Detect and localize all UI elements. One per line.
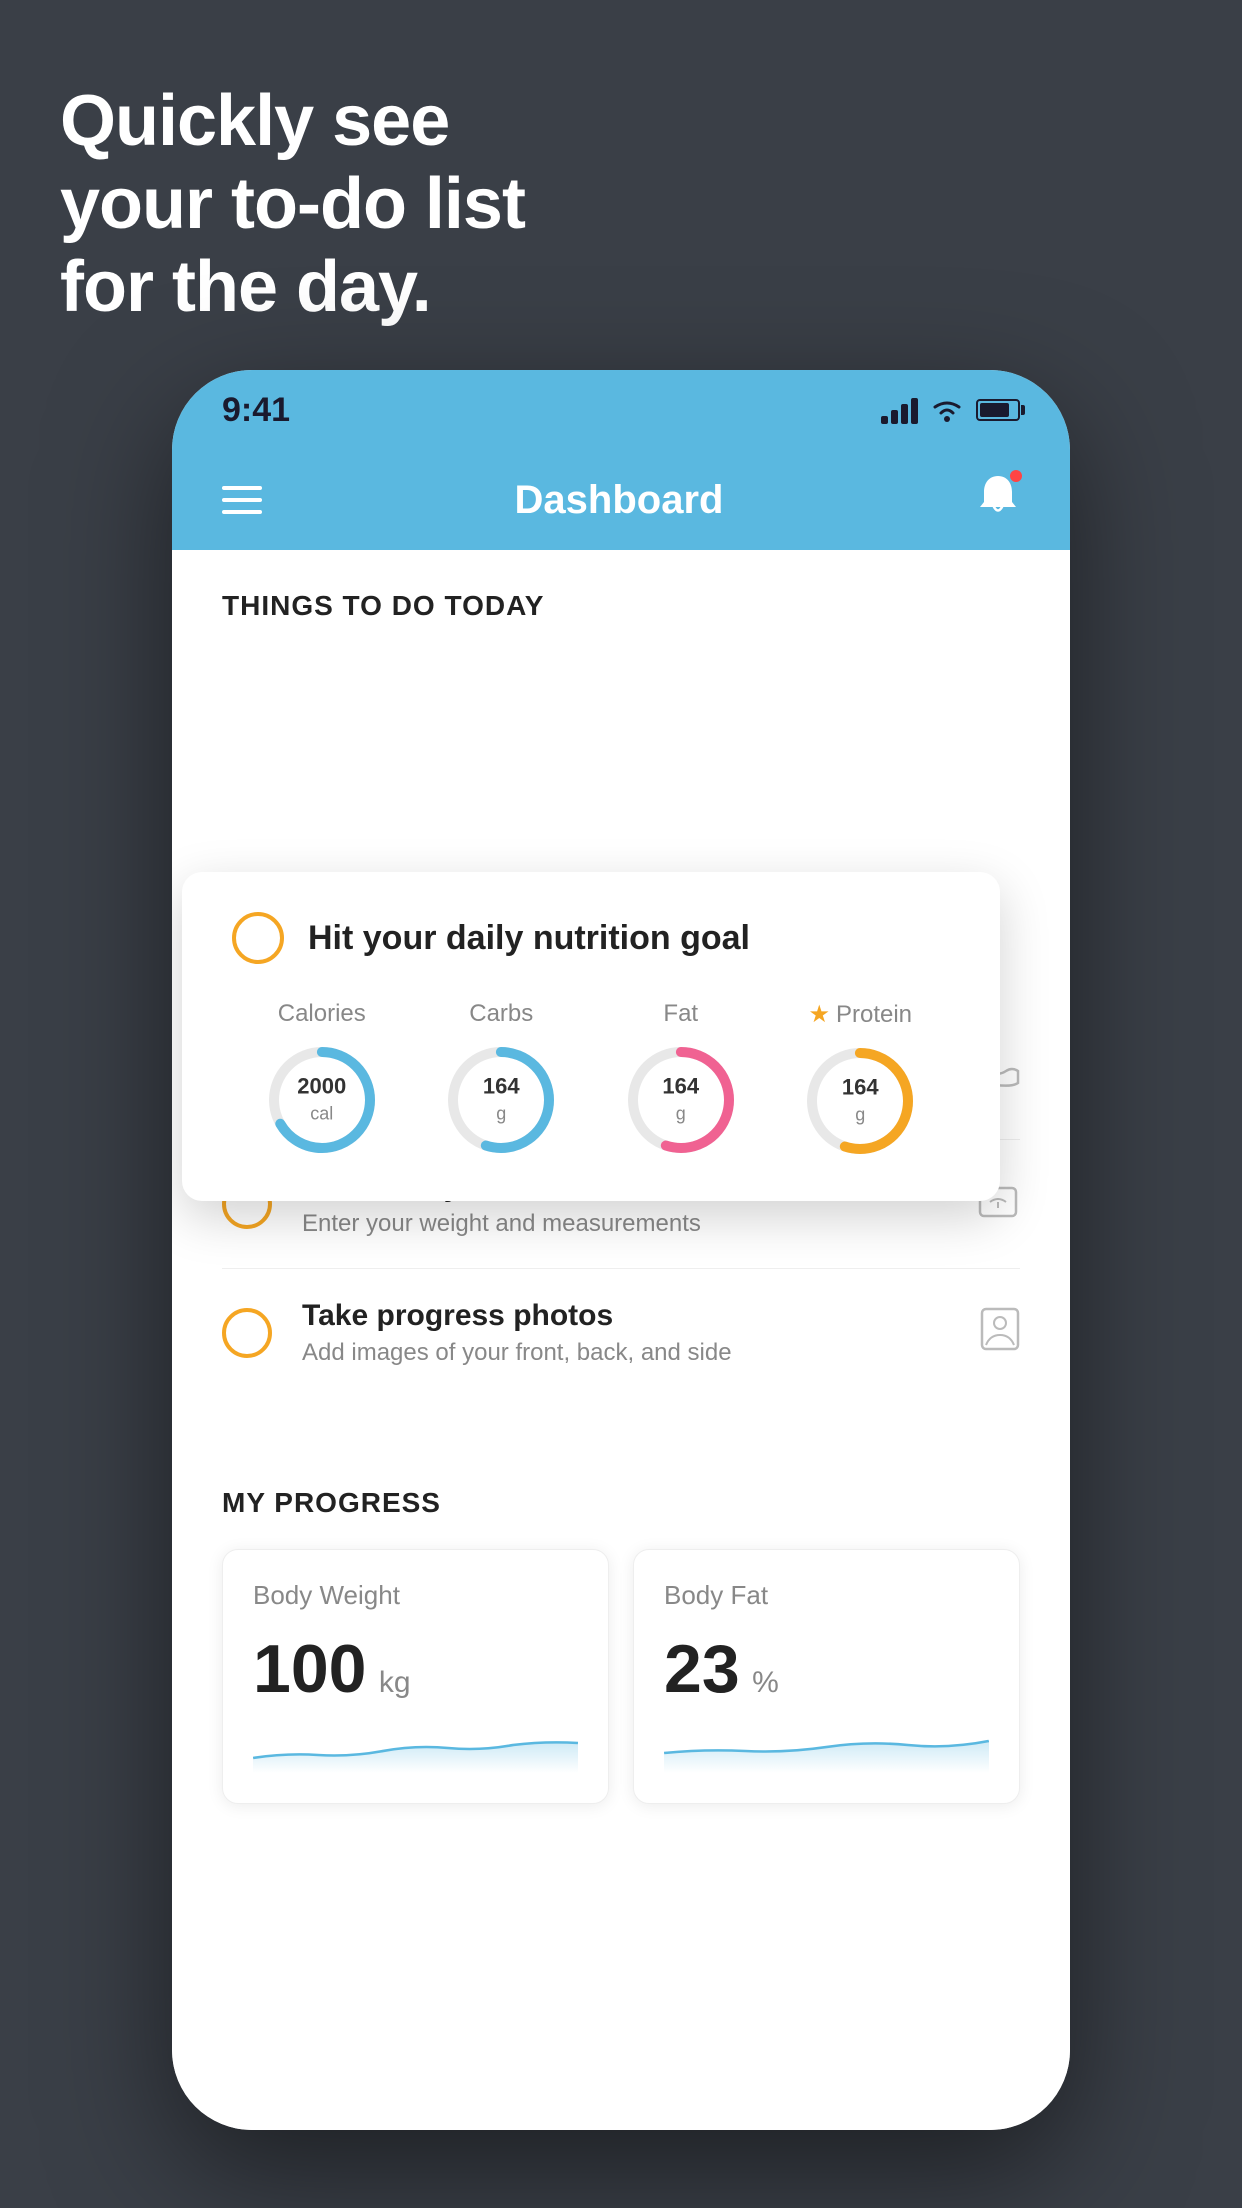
calories-donut: 2000cal (262, 1040, 382, 1160)
progress-section: MY PROGRESS Body Weight 100 kg (172, 1437, 1070, 1844)
phone-content: THINGS TO DO TODAY Hit your daily nutrit… (172, 550, 1070, 2130)
todo-title-photos: Take progress photos (302, 1299, 950, 1333)
hero-line-1: Quickly see (60, 80, 525, 163)
status-bar: 9:41 (172, 370, 1070, 450)
body-fat-unit: % (752, 1666, 779, 1699)
todo-item-photos[interactable]: Take progress photos Add images of your … (222, 1269, 1020, 1397)
nutrition-checkbox[interactable] (232, 912, 284, 964)
status-icons (881, 396, 1020, 424)
hero-line-2: your to-do list (60, 163, 525, 246)
todo-subtitle-photos: Add images of your front, back, and side (302, 1339, 950, 1367)
signal-bars-icon (881, 396, 918, 424)
carbs-donut: 164g (441, 1040, 561, 1160)
macro-calories: Calories 2000cal (262, 1000, 382, 1160)
notification-badge (1008, 468, 1024, 484)
status-time: 9:41 (222, 391, 290, 430)
header-title: Dashboard (515, 478, 724, 523)
progress-card-body-weight: Body Weight 100 kg (222, 1549, 609, 1804)
body-weight-value: 100 (253, 1631, 366, 1707)
app-header: Dashboard (172, 450, 1070, 550)
body-weight-unit: kg (379, 1666, 411, 1699)
menu-button[interactable] (222, 486, 262, 514)
star-icon: ★ (808, 1000, 830, 1029)
hero-text: Quickly see your to-do list for the day. (60, 80, 525, 328)
todo-subtitle-body-stats: Enter your weight and measurements (302, 1210, 946, 1238)
body-weight-sparkline (253, 1723, 578, 1773)
nutrition-card: Hit your daily nutrition goal Calories 2… (182, 872, 1000, 1201)
nutrition-card-header: Hit your daily nutrition goal (232, 912, 950, 964)
protein-donut: 164g (800, 1041, 920, 1161)
body-fat-value: 23 (664, 1631, 740, 1707)
macro-fat: Fat 164g (621, 1000, 741, 1160)
macro-calories-label: Calories (278, 1000, 366, 1028)
body-fat-value-row: 23 % (664, 1635, 989, 1703)
notification-button[interactable] (976, 472, 1020, 528)
things-section-title: THINGS TO DO TODAY (222, 590, 1020, 622)
body-fat-title: Body Fat (664, 1580, 989, 1611)
progress-section-title: MY PROGRESS (222, 1487, 1020, 1519)
phone-frame: 9:41 Das (172, 370, 1070, 2130)
macro-carbs-label: Carbs (469, 1000, 533, 1028)
nutrition-title: Hit your daily nutrition goal (308, 919, 750, 958)
wifi-icon (930, 397, 964, 423)
hero-line-3: for the day. (60, 246, 525, 329)
progress-card-body-fat: Body Fat 23 % (633, 1549, 1020, 1804)
person-icon (980, 1307, 1020, 1360)
nutrition-macros: Calories 2000cal Carbs (232, 1000, 950, 1161)
things-section: THINGS TO DO TODAY (172, 550, 1070, 662)
battery-icon (976, 399, 1020, 421)
body-weight-value-row: 100 kg (253, 1635, 578, 1703)
body-fat-sparkline (664, 1723, 989, 1773)
macro-fat-label: Fat (663, 1000, 698, 1028)
todo-text-photos: Take progress photos Add images of your … (302, 1299, 950, 1367)
progress-cards: Body Weight 100 kg (222, 1549, 1020, 1804)
macro-protein: ★ Protein 164g (800, 1000, 920, 1161)
todo-circle-photos (222, 1308, 272, 1358)
body-weight-title: Body Weight (253, 1580, 578, 1611)
fat-donut: 164g (621, 1040, 741, 1160)
macro-protein-label: ★ Protein (808, 1000, 912, 1029)
macro-carbs: Carbs 164g (441, 1000, 561, 1160)
